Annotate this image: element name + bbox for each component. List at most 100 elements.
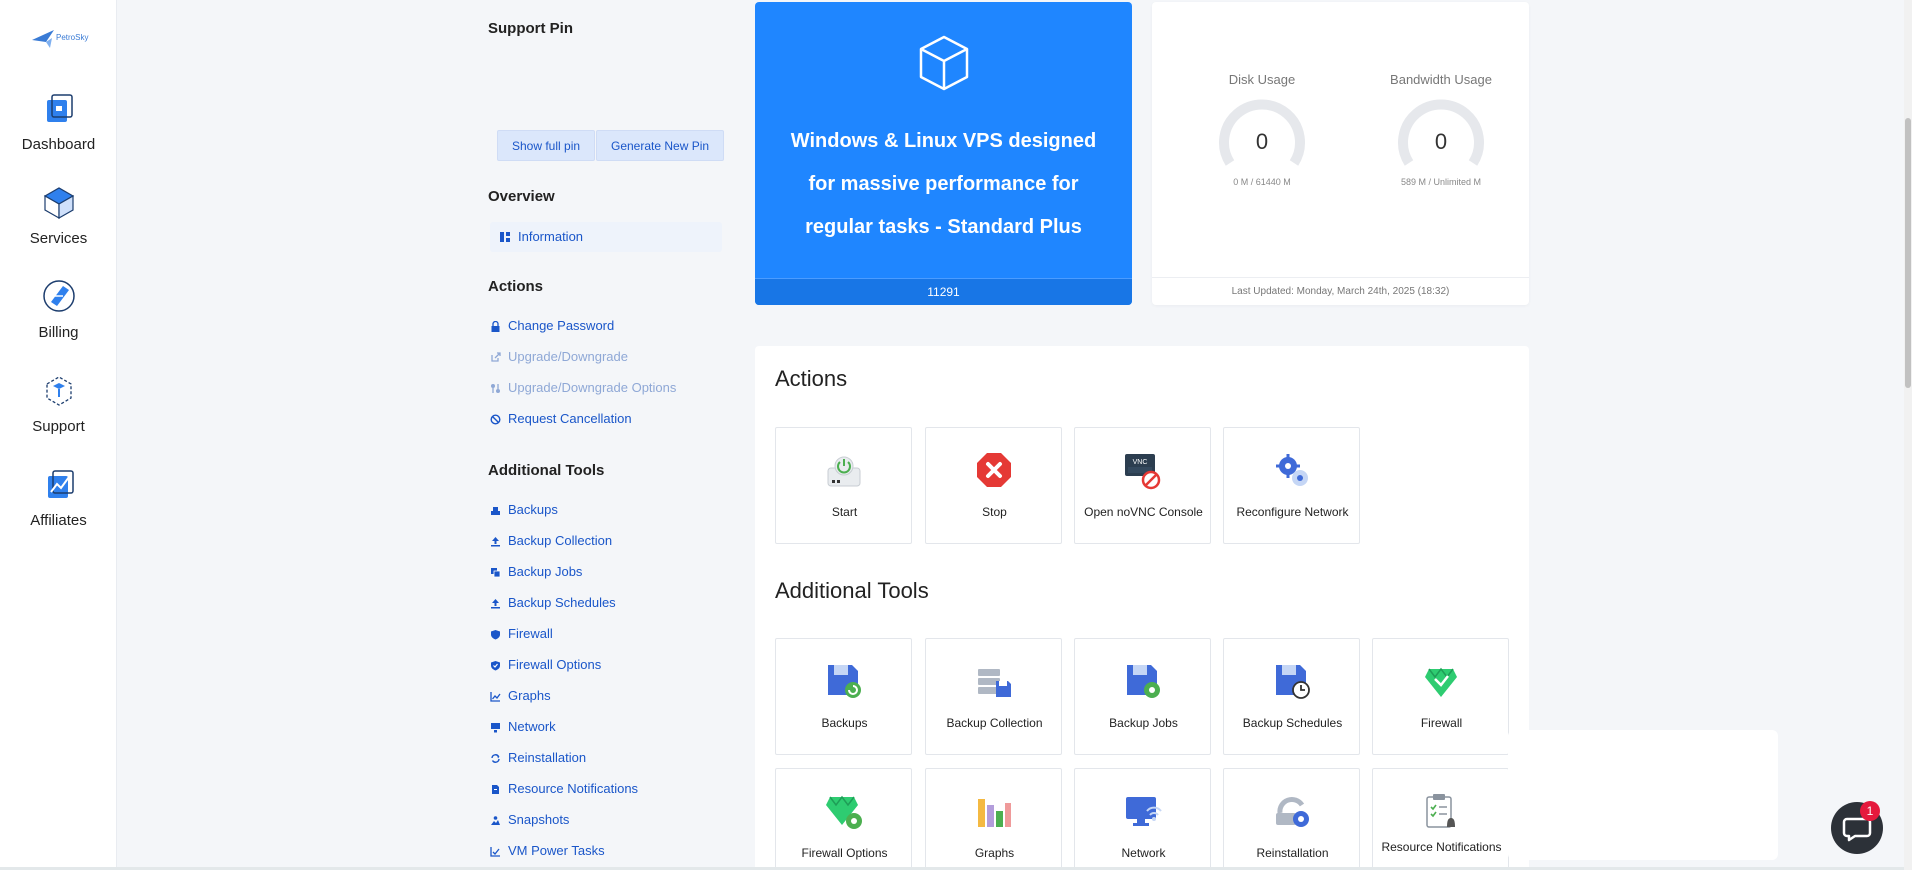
chart-check-icon: [490, 847, 500, 857]
backups-icon: [491, 507, 500, 515]
server-floppy-icon: [978, 669, 1011, 697]
menu-backup-collection[interactable]: Backup Collection: [488, 531, 612, 551]
sync-icon: [491, 754, 500, 763]
copy-icon: [491, 568, 501, 578]
disk-usage-detail: 0 M / 61440 M: [1233, 177, 1291, 187]
dashboard-icon: [46, 94, 73, 122]
menu-network[interactable]: Network: [488, 717, 556, 737]
menu-reinstallation[interactable]: Reinstallation: [488, 748, 586, 768]
ban-icon: [490, 414, 501, 425]
cube-icon: [919, 35, 969, 91]
menu-vm-power-tasks[interactable]: VM Power Tasks: [488, 841, 605, 861]
shield-check-icon: [491, 661, 500, 671]
landscape-icon: [491, 816, 500, 825]
menu-resource-notifications[interactable]: Resource Notifications: [488, 779, 638, 799]
tool-backup-collection-tile[interactable]: Backup Collection: [925, 638, 1062, 755]
tool-resource-notifications-tile[interactable]: Resource Notifications: [1372, 768, 1509, 870]
network-icon: [491, 723, 500, 733]
floppy-gear-icon: [1127, 665, 1160, 698]
billing-icon: [42, 280, 75, 312]
bandwidth-gauge-chart: 0: [1398, 99, 1484, 166]
menu-firewall-options[interactable]: Firewall Options: [488, 655, 601, 675]
floppy-restore-icon: [828, 665, 861, 698]
product-hero-card: Windows & Linux VPS designed for massive…: [755, 2, 1132, 305]
upload-icon: [491, 537, 500, 547]
nav-item-services[interactable]: Services: [0, 182, 117, 247]
action-reconfigure-network-tile[interactable]: Reconfigure Network: [1223, 427, 1360, 544]
tool-firewall-tile[interactable]: Firewall: [1372, 638, 1509, 755]
menu-backup-jobs[interactable]: Backup Jobs: [488, 562, 582, 582]
services-box-icon: [43, 187, 74, 220]
tool-network-tile[interactable]: Network: [1074, 768, 1211, 870]
left-sidebar: PetroSky Dashboard Services Billing Supp…: [0, 0, 117, 870]
menu-change-password[interactable]: Change Password: [488, 316, 614, 336]
support-icon: [45, 376, 72, 406]
network-gear-icon: [1276, 454, 1308, 486]
monitor-wifi-icon: [1126, 797, 1162, 826]
menu-backups[interactable]: Backups: [488, 500, 558, 520]
actions-tools-panel: Actions Start Stop VNC Open noVNC Consol…: [755, 346, 1529, 870]
brand-logo-text: PetroSky: [56, 33, 89, 42]
product-title: Windows & Linux VPS designed for massive…: [790, 130, 1097, 238]
actions-panel-title: Actions: [775, 366, 848, 391]
disk-usage-gauge: Disk Usage 0 0 M / 61440 M: [1192, 72, 1332, 187]
nav-item-affiliates[interactable]: Affiliates: [0, 464, 117, 529]
action-start-tile[interactable]: Start: [775, 427, 912, 544]
bandwidth-usage-gauge: Bandwidth Usage 0 589 M / Unlimited M: [1371, 72, 1511, 187]
chat-unread-badge: 1: [1860, 801, 1880, 821]
bandwidth-usage-value: 0: [1435, 129, 1447, 154]
tools-menu-title: Additional Tools: [488, 462, 605, 479]
power-start-icon: [827, 456, 861, 487]
menu-graphs[interactable]: Graphs: [488, 686, 551, 706]
bandwidth-usage-label: Bandwidth Usage: [1390, 72, 1492, 87]
disk-usage-value: 0: [1256, 129, 1268, 154]
menu-firewall[interactable]: Firewall: [488, 624, 553, 644]
nav-item-dashboard[interactable]: Dashboard: [0, 88, 117, 153]
page-scrollbar-thumb[interactable]: [1905, 118, 1911, 388]
svg-text:VNC: VNC: [1133, 459, 1148, 466]
overview-title: Overview: [488, 188, 555, 205]
external-link-icon: [491, 352, 501, 362]
show-full-pin-button[interactable]: Show full pin: [497, 130, 596, 161]
affiliates-chart-icon: [47, 470, 74, 498]
tool-graphs-tile[interactable]: Graphs: [925, 768, 1062, 870]
overview-item-information[interactable]: Information: [490, 222, 722, 252]
floppy-clock-icon: [1276, 665, 1310, 699]
shield-icon: [491, 630, 500, 640]
menu-snapshots[interactable]: Snapshots: [488, 810, 569, 830]
menu-upgrade-downgrade[interactable]: Upgrade/Downgrade: [488, 347, 628, 367]
tool-backup-schedules-tile[interactable]: Backup Schedules: [1223, 638, 1360, 755]
vnc-console-icon: VNC: [1125, 454, 1161, 490]
tools-panel-title: Additional Tools: [775, 578, 929, 603]
firewall-gem-icon: [1425, 667, 1457, 697]
reinstall-icon: [1276, 797, 1309, 827]
action-stop-tile[interactable]: Stop: [925, 427, 1062, 544]
menu-backup-schedules[interactable]: Backup Schedules: [488, 593, 616, 613]
clipboard-bell-icon: [1426, 794, 1455, 828]
disk-usage-label: Disk Usage: [1228, 72, 1296, 87]
tool-firewall-options-tile[interactable]: Firewall Options: [775, 768, 912, 870]
stop-icon: [977, 453, 1011, 487]
generate-new-pin-button[interactable]: Generate New Pin: [596, 130, 725, 161]
file-icon: [492, 785, 499, 794]
tool-backup-jobs-tile[interactable]: Backup Jobs: [1074, 638, 1211, 755]
tool-reinstallation-tile[interactable]: Reinstallation: [1223, 768, 1360, 870]
actions-menu-title: Actions: [488, 278, 544, 295]
action-novnc-console-tile[interactable]: VNC Open noVNC Console: [1074, 427, 1211, 544]
upload-icon: [491, 599, 500, 609]
grid-icon: [500, 232, 510, 242]
usage-card: Disk Usage 0 0 M / 61440 M Bandwidth Usa…: [1152, 2, 1529, 305]
chat-widget-frame: [1508, 730, 1778, 860]
disk-gauge-chart: 0: [1219, 99, 1305, 166]
tool-backups-tile[interactable]: Backups: [775, 638, 912, 755]
product-id: 11291: [755, 278, 1132, 305]
support-pin-title: Support Pin: [488, 20, 573, 37]
line-chart-icon: [490, 692, 501, 702]
menu-upgrade-downgrade-options[interactable]: Upgrade/Downgrade Options: [488, 378, 676, 398]
menu-request-cancellation[interactable]: Request Cancellation: [488, 409, 632, 429]
nav-item-support[interactable]: Support: [0, 370, 117, 435]
lock-icon: [491, 321, 500, 332]
nav-item-billing[interactable]: Billing: [0, 276, 117, 341]
sliders-icon: [491, 384, 500, 393]
bar-graph-icon: [978, 799, 1011, 827]
